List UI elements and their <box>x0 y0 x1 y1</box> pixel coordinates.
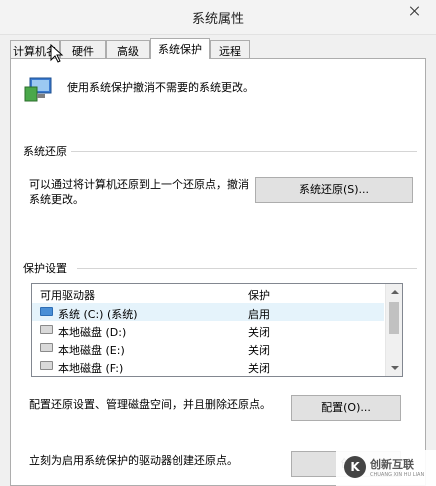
scroll-up-icon[interactable] <box>391 290 399 294</box>
drive-name: 本地磁盘 (E:) <box>58 344 125 357</box>
list-header: 可用驱动器 保护 <box>32 284 384 302</box>
watermark-logo-icon: K <box>344 456 366 478</box>
drive-list[interactable]: 可用驱动器 保护 系统 (C:) (系统) 启用 本地磁盘 (D:) 关闭 本地… <box>31 283 403 377</box>
list-item[interactable]: 本地磁盘 (D:) 关闭 <box>32 321 384 339</box>
local-disk-icon <box>40 325 53 334</box>
system-protection-panel: 使用系统保护撤消不需要的系统更改。 系统还原 可以通过将计算机还原到上一个还原点… <box>10 58 426 486</box>
configure-button[interactable]: 配置(O)... <box>291 395 401 421</box>
drive-name: 系统 (C:) (系统) <box>58 308 138 321</box>
scroll-thumb[interactable] <box>389 302 399 334</box>
drive-status: 关闭 <box>248 326 270 339</box>
column-drive[interactable]: 可用驱动器 <box>40 287 95 303</box>
system-restore-button[interactable]: 系统还原(S)... <box>255 177 413 203</box>
column-protection[interactable]: 保护 <box>248 287 270 303</box>
local-disk-icon <box>40 361 53 370</box>
system-drive-icon <box>40 307 53 316</box>
scroll-down-icon[interactable] <box>391 366 399 370</box>
restore-description-line1: 可以通过将计算机还原到上一个还原点，撤消 <box>29 178 249 191</box>
protection-heading: 保护设置 <box>23 262 67 275</box>
list-item[interactable]: 本地磁盘 (E:) 关闭 <box>32 339 384 357</box>
divider <box>71 151 417 152</box>
configure-description: 配置还原设置、管理磁盘空间，并且删除还原点。 <box>29 398 271 411</box>
drive-status: 关闭 <box>248 344 270 357</box>
tab-advanced[interactable]: 高级 <box>106 40 150 58</box>
drive-name: 本地磁盘 (D:) <box>58 326 127 339</box>
divider <box>77 268 417 269</box>
intro-text: 使用系统保护撤消不需要的系统更改。 <box>67 81 254 94</box>
local-disk-icon <box>40 343 53 352</box>
drive-status: 关闭 <box>248 362 270 375</box>
list-item[interactable]: 本地磁盘 (F:) 关闭 <box>32 357 384 375</box>
close-icon[interactable] <box>400 0 430 22</box>
watermark-subtitle: CHUANG XIN HU LIAN <box>370 472 425 478</box>
drive-name: 本地磁盘 (F:) <box>58 362 124 375</box>
drive-status: 启用 <box>248 308 270 321</box>
tab-remote[interactable]: 远程 <box>210 40 250 58</box>
title-bar: 系统属性 <box>0 0 436 35</box>
watermark-name: 创新互联 <box>370 458 414 471</box>
restore-heading: 系统还原 <box>23 145 67 158</box>
tab-hardware[interactable]: 硬件 <box>60 40 106 58</box>
create-description: 立刻为启用系统保护的驱动器创建还原点。 <box>29 454 238 467</box>
window-title: 系统属性 <box>191 12 244 27</box>
system-protection-icon <box>24 77 52 102</box>
restore-description-line2: 系统更改。 <box>29 193 84 206</box>
mouse-cursor-icon <box>50 44 64 63</box>
list-item[interactable]: 系统 (C:) (系统) 启用 <box>32 303 384 321</box>
list-scrollbar[interactable] <box>385 284 402 376</box>
tab-system-protection[interactable]: 系统保护 <box>150 38 210 59</box>
watermark: K 创新互联 CHUANG XIN HU LIAN <box>336 450 436 486</box>
